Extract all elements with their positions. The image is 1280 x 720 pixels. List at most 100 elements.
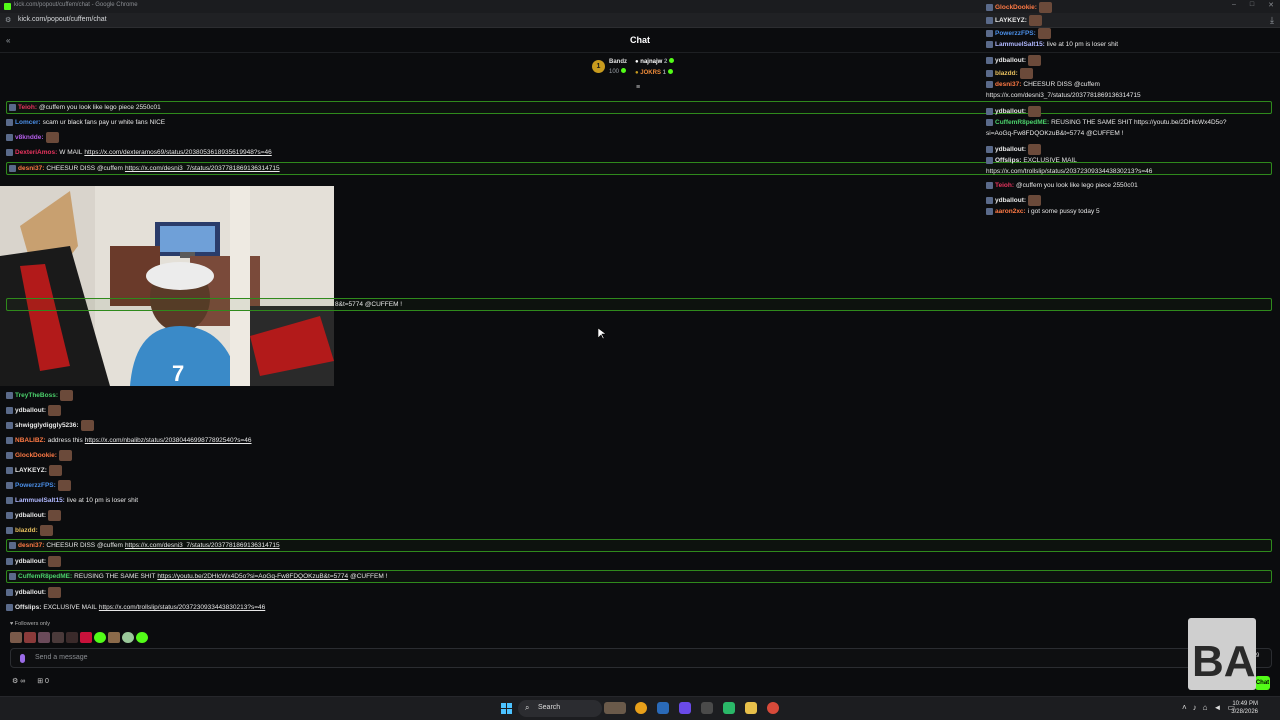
windows-start-icon[interactable] bbox=[501, 703, 512, 714]
user-badge-icon bbox=[986, 197, 993, 204]
overlay-chat-message-cont: https://x.com/desni3_7/status/2037781869… bbox=[986, 92, 1141, 99]
emote-icon[interactable] bbox=[122, 632, 134, 643]
chat-link[interactable]: https://x.com/desni3_7/status/2037781869… bbox=[125, 165, 280, 172]
emote-icon[interactable] bbox=[38, 632, 50, 643]
emote-icon bbox=[57, 480, 71, 491]
chat-username[interactable]: desni37: bbox=[18, 542, 44, 549]
user-badge-icon bbox=[6, 497, 13, 504]
message-input[interactable]: Send a message bbox=[10, 648, 1272, 668]
emote-picker-icon[interactable] bbox=[20, 654, 25, 663]
emote-icon[interactable] bbox=[66, 632, 78, 643]
chat-text: si=AoGq-Fw8FDQOKzuB&t=5774 @CUFFEM ! bbox=[986, 130, 1124, 137]
app-icon[interactable] bbox=[723, 702, 735, 714]
emote-icon[interactable] bbox=[108, 632, 120, 643]
chrome-icon[interactable] bbox=[635, 702, 647, 714]
download-icon[interactable]: ⤓ bbox=[1270, 15, 1274, 26]
chat-message: Teioh: @cuffem you look like lego piece 2… bbox=[6, 101, 1272, 114]
browser-titlebar: kick.com/popout/cuffem/chat - Google Chr… bbox=[0, 0, 1280, 13]
user-badge-icon bbox=[6, 558, 13, 565]
emote-icon[interactable] bbox=[136, 632, 148, 643]
chat-link[interactable]: https://x.com/desni3_7/status/2037781869… bbox=[125, 542, 280, 549]
chat-text: https://x.com/desni3_7/status/2037781869… bbox=[986, 92, 1141, 99]
minimize-button[interactable]: – bbox=[1232, 1, 1236, 9]
chat-username[interactable]: CuffemR8pedME: bbox=[18, 573, 72, 580]
maximize-button[interactable]: □ bbox=[1250, 1, 1254, 9]
chat-message: DexteriAmos: W MAIL https://x.com/dexteram… bbox=[6, 146, 272, 159]
user-badge-icon bbox=[9, 104, 16, 111]
chat-message: Offslips: EXCLUSIVE MAIL https://x.com/tro… bbox=[6, 601, 265, 614]
gift-leaderboard[interactable]: 1 Bandz 100 ● najnajw 2 ● JOKRS 1 bbox=[591, 57, 691, 81]
chat-username[interactable]: blazdd: bbox=[15, 527, 38, 534]
overlay-chat-message: CuffemR8pedME: REUSING THE SAME SHIT http… bbox=[986, 119, 1227, 126]
emote-icon[interactable] bbox=[10, 632, 22, 643]
system-tray[interactable]: ˄ ♪ ⌂ ◄ ▭ bbox=[1182, 703, 1235, 712]
pinned-messages-toggle-icon[interactable]: ≡ bbox=[636, 84, 640, 91]
overlay-chat-message: LAYKEYZ: bbox=[986, 15, 1042, 26]
chat-username[interactable]: ydballout: bbox=[15, 407, 46, 414]
chat-username[interactable]: Lomcer: bbox=[15, 119, 41, 126]
discord-icon[interactable] bbox=[679, 702, 691, 714]
chat-username[interactable]: shwigglydiggly5236: bbox=[15, 422, 79, 429]
chat-username: desni37: bbox=[995, 81, 1022, 88]
user-badge-icon bbox=[6, 149, 13, 156]
chat-link[interactable]: https://youtu.be/2DHlcWx4D5o?si=AoGq-Fw8… bbox=[157, 573, 348, 580]
chat-username[interactable]: TreyTheBoss: bbox=[15, 392, 58, 399]
chat-username[interactable]: ydballout: bbox=[15, 589, 46, 596]
chat-username[interactable]: LAYKEYZ: bbox=[15, 467, 47, 474]
leaderboard-entry: ● najnajw 2 bbox=[635, 58, 674, 65]
chat-username[interactable]: NBALIBZ: bbox=[15, 437, 46, 444]
chat-username[interactable]: DexteriAmos: bbox=[15, 149, 57, 156]
chrome-active-icon[interactable] bbox=[767, 702, 779, 714]
user-badge-icon bbox=[6, 392, 13, 399]
chat-message: v8kndde: bbox=[6, 131, 59, 144]
taskbar-search[interactable]: ⌕ Search bbox=[518, 700, 602, 717]
overlay-chat-message: blazdd: bbox=[986, 68, 1033, 79]
user-badge-icon bbox=[6, 452, 13, 459]
webcam-image: 7 bbox=[0, 186, 334, 386]
emote-icon[interactable] bbox=[52, 632, 64, 643]
user-badge-icon bbox=[6, 512, 13, 519]
emote-icon bbox=[1038, 2, 1052, 13]
chat-message: TreyTheBoss: bbox=[6, 389, 73, 402]
site-info-icon[interactable]: ⚙ bbox=[5, 16, 11, 24]
chat-username[interactable]: Offslips: bbox=[15, 604, 41, 611]
user-badge-icon bbox=[9, 165, 16, 172]
chat-link[interactable]: https://x.com/nbalibz/status/20380446998… bbox=[85, 437, 252, 444]
search-icon: ⌕ bbox=[525, 703, 530, 712]
network-icon[interactable]: ⌂ bbox=[1203, 703, 1208, 712]
chat-username[interactable]: ydballout: bbox=[15, 558, 46, 565]
chat-message: PowerzzFPS: bbox=[6, 479, 71, 492]
svg-text:7: 7 bbox=[172, 361, 184, 386]
taskbar-clock[interactable]: 10:49 PM 3/28/2026 bbox=[1231, 700, 1258, 716]
emote-icon[interactable] bbox=[24, 632, 36, 643]
chat-username[interactable]: v8kndde: bbox=[15, 134, 44, 141]
close-button[interactable]: ✕ bbox=[1268, 1, 1274, 9]
chat-username[interactable]: LammuelSalt15: bbox=[15, 497, 65, 504]
chat-link[interactable]: https://x.com/trollslip/status/203723093… bbox=[99, 604, 265, 611]
chat-username[interactable]: desni37: bbox=[18, 165, 44, 172]
volume-icon[interactable]: ◄ bbox=[1214, 703, 1222, 712]
message-placeholder: Send a message bbox=[35, 654, 88, 661]
overlay-chat-message: Offslips: EXCLUSIVE MAIL bbox=[986, 157, 1077, 164]
chat-username[interactable]: PowerzzFPS: bbox=[15, 482, 56, 489]
emote-icon[interactable] bbox=[80, 632, 92, 643]
chat-username[interactable]: GlockDookie: bbox=[15, 452, 57, 459]
infinity-icon[interactable]: ⚙ ∞ bbox=[12, 677, 25, 685]
url-field[interactable]: kick.com/popout/cuffem/chat bbox=[18, 16, 107, 23]
taskbar-widget-icon[interactable] bbox=[604, 702, 626, 714]
mic-icon[interactable]: ♪ bbox=[1193, 703, 1197, 712]
app-icon[interactable] bbox=[701, 702, 713, 714]
file-explorer-icon[interactable] bbox=[745, 702, 757, 714]
steam-icon[interactable] bbox=[657, 702, 669, 714]
chat-link[interactable]: https://x.com/dexteramos69/status/203805… bbox=[84, 149, 271, 156]
emote-icon[interactable] bbox=[94, 632, 106, 643]
user-badge-icon bbox=[6, 134, 13, 141]
chat-username[interactable]: Teioh: bbox=[18, 104, 37, 111]
chat-message: NBALIBZ: address this https://x.com/nbalib… bbox=[6, 434, 252, 447]
tray-chevron-icon[interactable]: ˄ bbox=[1182, 703, 1187, 712]
gift-counter[interactable]: ⊞ 0 bbox=[37, 677, 49, 685]
chat-username[interactable]: ydballout: bbox=[15, 512, 46, 519]
user-badge-icon bbox=[986, 81, 993, 88]
user-badge-icon bbox=[6, 482, 13, 489]
user-badge-icon bbox=[986, 182, 993, 189]
